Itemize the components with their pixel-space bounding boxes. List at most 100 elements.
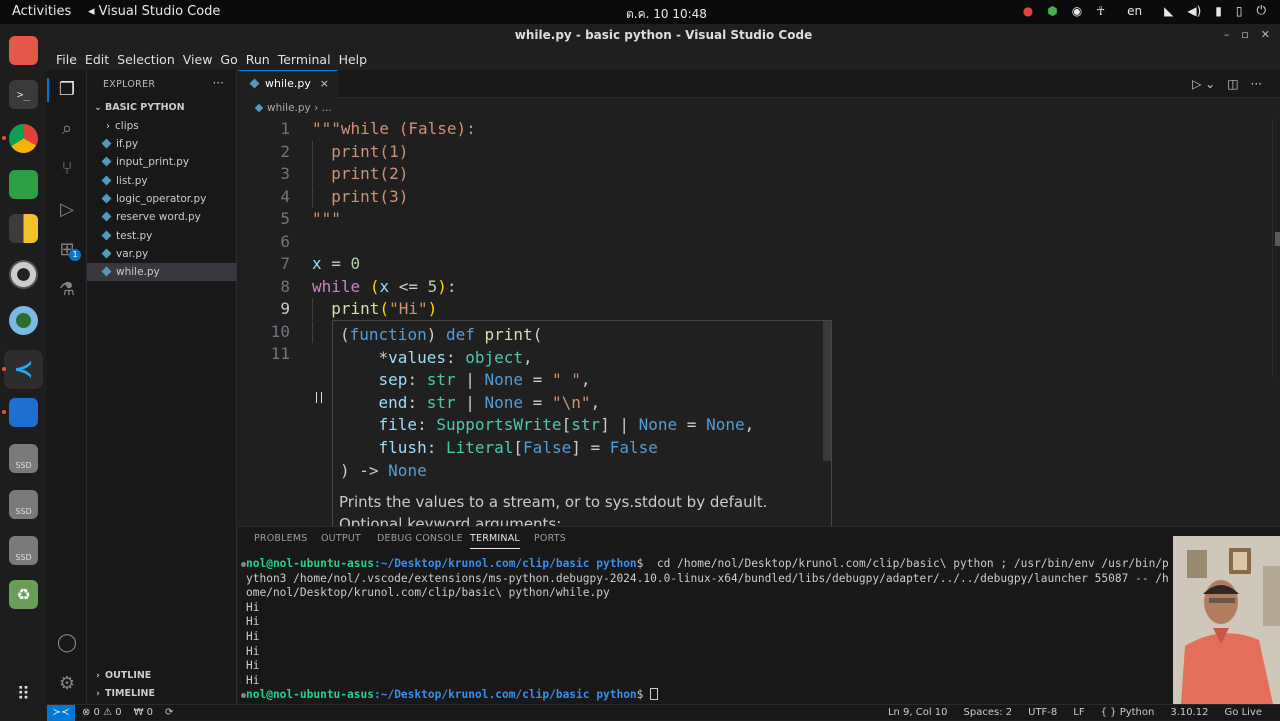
activity-bar: ❐ ⌕ ⑂ ▷ ⊞ 1 ⚗ ◯ ⚙ — [47, 70, 87, 704]
record-icon[interactable]: ● — [1023, 4, 1033, 18]
microphone-icon[interactable]: ▮ — [1215, 4, 1222, 18]
menu-terminal[interactable]: Terminal — [274, 52, 335, 67]
editor-scrollbar[interactable] — [1272, 118, 1280, 378]
search-icon[interactable]: ⌕ — [56, 118, 78, 140]
go-live-button[interactable]: Go Live — [1225, 707, 1262, 718]
tab-output[interactable]: OUTPUT — [321, 533, 361, 544]
encoding[interactable]: UTF-8 — [1028, 707, 1057, 718]
line-number-current: 9 — [280, 299, 290, 318]
color-picker-icon[interactable] — [9, 306, 38, 335]
ssd-drive-icon[interactable]: SSD — [9, 536, 38, 565]
remote-indicator-icon[interactable]: ≻≺ — [47, 705, 75, 721]
battery-icon[interactable]: ▯ — [1236, 4, 1243, 18]
clock[interactable]: ต.ค. 10 10:48 — [626, 5, 707, 24]
timeline-section-header[interactable]: › TIMELINE — [87, 685, 237, 703]
tree-item-file[interactable]: var.py — [87, 245, 237, 263]
close-icon[interactable]: ✕ — [1261, 28, 1270, 41]
speaker-icon[interactable] — [9, 260, 38, 289]
prompt-symbol: $ — [636, 557, 651, 570]
text-editor-icon[interactable] — [9, 398, 38, 427]
output-line: Hi — [246, 673, 260, 687]
tree-item-file-selected[interactable]: while.py — [87, 263, 237, 281]
tab-debug-console[interactable]: DEBUG CONSOLE — [377, 533, 463, 544]
power-icon[interactable]: ⏻ — [1257, 3, 1267, 18]
python-interpreter[interactable]: 3.10.12 — [1170, 707, 1208, 718]
wifi-icon[interactable]: ◣ — [1164, 4, 1173, 18]
split-editor-icon[interactable]: ◫ — [1227, 77, 1238, 91]
status-icon[interactable]: ◉ — [1072, 4, 1082, 18]
window-titlebar[interactable]: while.py - basic python - Visual Studio … — [47, 24, 1280, 48]
more-actions-icon[interactable]: ··· — [1251, 77, 1262, 91]
activities-button[interactable]: Activities — [12, 4, 71, 19]
accessibility-icon[interactable]: ☥ — [1096, 4, 1105, 18]
breadcrumb-file[interactable]: while.py — [267, 102, 311, 114]
menu-help[interactable]: Help — [335, 52, 372, 67]
prompt-user: nol@nol-ubuntu-asus — [246, 557, 374, 570]
tree-item-label: var.py — [116, 248, 149, 260]
settings-gear-icon[interactable]: ⚙ — [56, 673, 78, 695]
source-control-icon[interactable]: ⑂ — [56, 158, 78, 180]
tree-item-file[interactable]: if.py — [87, 135, 237, 153]
python-file-icon — [101, 193, 112, 204]
tree-item-file[interactable]: input_print.py — [87, 153, 237, 171]
language-indicator[interactable]: en — [1127, 4, 1142, 18]
python-file-icon — [101, 211, 112, 222]
restore-icon[interactable]: ▫ — [1241, 28, 1248, 41]
menu-file[interactable]: File — [52, 52, 81, 67]
trash-icon[interactable]: ♻ — [9, 580, 38, 609]
minimize-icon[interactable]: – — [1224, 28, 1230, 41]
popup-scrollbar[interactable] — [823, 321, 831, 461]
tab-while-py[interactable]: while.py × — [238, 70, 338, 98]
ssd-drive-icon[interactable]: SSD — [9, 490, 38, 519]
app-grid-icon[interactable]: ⠿ — [9, 680, 38, 709]
explorer-more-actions[interactable]: ··· — [213, 76, 224, 90]
accounts-icon[interactable]: ◯ — [56, 632, 78, 654]
ssd-drive-icon[interactable]: SSD — [9, 444, 38, 473]
download-manager-icon[interactable] — [9, 170, 38, 199]
doc-line: Prints the values to a stream, or to sys… — [339, 493, 768, 511]
tree-item-file[interactable]: test.py — [87, 227, 237, 245]
calculator-icon[interactable] — [9, 214, 38, 243]
tab-problems[interactable]: PROBLEMS — [254, 533, 307, 544]
line-number: 3 — [280, 164, 290, 183]
tree-item-file[interactable]: reserve word.py — [87, 208, 237, 226]
end-of-line[interactable]: LF — [1073, 707, 1084, 718]
tree-item-clips[interactable]: › clips — [87, 117, 237, 135]
code-line-4: print(3) — [312, 186, 408, 208]
menu-run[interactable]: Run — [242, 52, 274, 67]
indentation[interactable]: Spaces: 2 — [964, 707, 1013, 718]
terminal-icon[interactable]: >_ — [9, 80, 38, 109]
files-icon[interactable] — [9, 36, 38, 65]
menu-view[interactable]: View — [179, 52, 217, 67]
explorer-icon[interactable]: ❐ — [56, 79, 78, 101]
line-number: 1 — [280, 119, 290, 138]
outline-section-header[interactable]: › OUTLINE — [87, 667, 237, 685]
menu-selection[interactable]: Selection — [113, 52, 179, 67]
terminal-prompt: nol@nol-ubuntu-asus:~/Desktop/krunol.com… — [246, 688, 1176, 703]
ports-status[interactable]: ₩ 0 — [134, 707, 153, 718]
menu-go[interactable]: Go — [216, 52, 241, 67]
breadcrumb-symbol[interactable]: ... — [322, 102, 332, 114]
system-tray: ● ⬢ ◉ ☥ en ◣ ◀) ▮ ▯ ⏻ — [1023, 3, 1266, 18]
run-debug-icon[interactable]: ▷ — [56, 199, 78, 221]
testing-icon[interactable]: ⚗ — [56, 279, 78, 301]
terminal-output[interactable]: nol@nol-ubuntu-asus:~/Desktop/krunol.com… — [246, 557, 1176, 703]
chrome-icon[interactable] — [9, 124, 38, 153]
tab-ports[interactable]: PORTS — [534, 533, 566, 544]
tree-item-file[interactable]: list.py — [87, 172, 237, 190]
close-tab-icon[interactable]: × — [320, 71, 329, 97]
cursor-position[interactable]: Ln 9, Col 10 — [888, 707, 948, 718]
shield-icon[interactable]: ⬢ — [1047, 4, 1057, 18]
language-mode[interactable]: { } Python — [1101, 707, 1155, 718]
vscode-icon[interactable]: ≺ — [4, 350, 43, 389]
folder-header[interactable]: ⌄ BASIC PYTHON — [87, 99, 237, 117]
run-python-icon[interactable]: ▷ ⌄ — [1192, 77, 1215, 91]
menu-edit[interactable]: Edit — [81, 52, 113, 67]
debug-icon[interactable]: ⟳ — [165, 707, 173, 718]
app-menu[interactable]: ◂ Visual Studio Code — [88, 4, 220, 19]
volume-icon[interactable]: ◀) — [1187, 4, 1201, 18]
tab-terminal[interactable]: TERMINAL — [470, 533, 520, 549]
code-line-1: """while (False): — [312, 118, 476, 140]
problems-status[interactable]: ⊗ 0 ⚠ 0 — [82, 707, 122, 718]
tree-item-file[interactable]: logic_operator.py — [87, 190, 237, 208]
